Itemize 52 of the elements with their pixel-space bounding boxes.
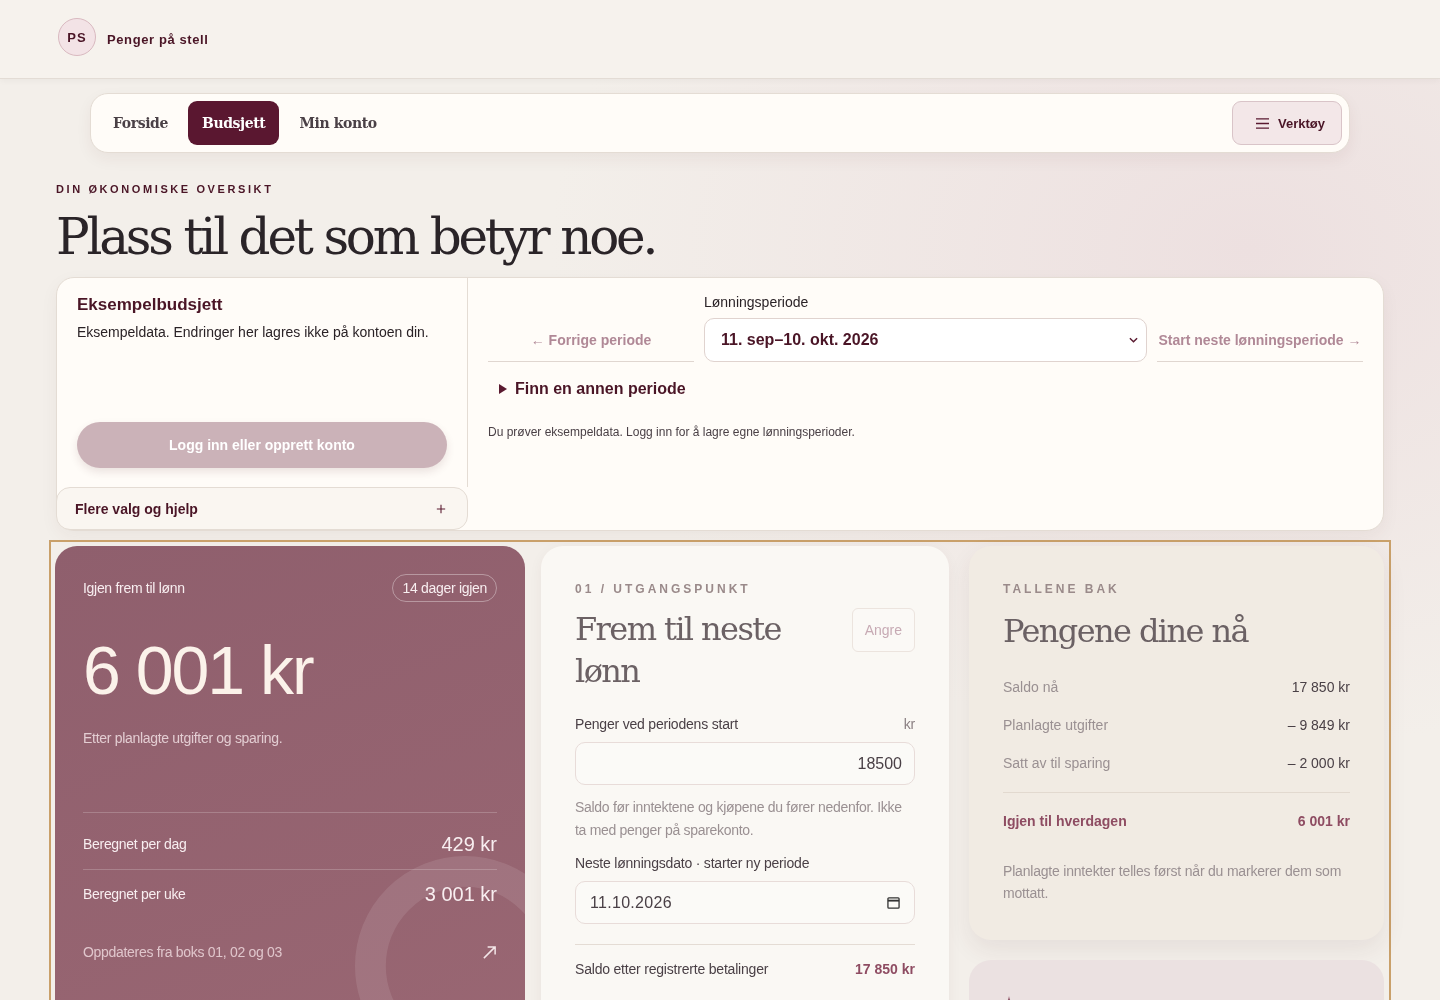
summary-label: Saldo etter registrerte betalinger: [575, 961, 769, 977]
field-hint: Saldo før inntektene og kjøpene du fører nedenfor. Ikke ta med penger på sparekonto.: [575, 798, 903, 840]
card-label: Igjen frem til lønn: [83, 580, 185, 596]
amount-caption: Etter planlagte utgifter og sparing.: [83, 730, 284, 746]
row-value: 429 kr: [441, 832, 497, 856]
nav-tab[interactable]: Min konto: [285, 101, 391, 145]
card-footnote: Oppdateres fra boks 01, 02 og 03: [83, 944, 282, 960]
row-value: – 9 849 kr: [1287, 717, 1350, 733]
demo-text: Eksempeldata. Endringer her lagres ikke på kontoen din.: [77, 324, 430, 340]
arrow-up-right-icon: [482, 944, 497, 960]
period-select[interactable]: 11. sep–10. okt. 2026: [704, 318, 1147, 362]
row-label: Satt av til sparing: [1003, 755, 1111, 771]
page-title: Plass til det som betyr noe.: [56, 207, 657, 267]
card-title: Pengene dine nå: [1003, 611, 1250, 652]
remaining-amount: 6 001 kr: [83, 631, 315, 710]
finder-label: Finn en annen periode: [515, 380, 686, 398]
amount-field[interactable]: 18500: [575, 742, 915, 785]
unit-label: kr: [903, 716, 915, 732]
summary-value: 17 850 kr: [855, 961, 915, 977]
row-label: Planlagte utgifter: [1003, 717, 1109, 733]
field-label: Neste lønningsdato · starter ny periode: [575, 855, 810, 871]
period-finder-toggle[interactable]: Finn en annen periode: [499, 380, 1363, 398]
total-value: 6 001 kr: [1297, 813, 1350, 829]
brand-badge: PS: [58, 18, 96, 56]
card-title: Frem til neste lønn: [575, 609, 782, 692]
brand-name: Penger på stell: [107, 31, 209, 47]
tools-button[interactable]: Verktøy: [1232, 101, 1342, 145]
nav-tab[interactable]: Budsjett: [188, 101, 280, 145]
row-value: – 2 000 kr: [1287, 755, 1350, 771]
period-note: Du prøver eksempeldata. Logg inn for å lagre egne lønningsperioder.: [488, 425, 856, 439]
date-field[interactable]: 11.10.2026: [575, 881, 915, 924]
row-value: 3 001 kr: [424, 882, 497, 906]
nav-tab[interactable]: Forside: [99, 101, 182, 145]
row-label: Beregnet per uke: [83, 886, 186, 902]
row-label: Beregnet per dag: [83, 836, 187, 852]
help-toggle[interactable]: Flere valg og hjelp: [56, 487, 468, 530]
card-eyebrow: 01 / UTGANGSPUNKT: [575, 582, 752, 596]
plus-icon: [436, 503, 446, 514]
demo-title: Eksempelbudsjett: [77, 295, 224, 315]
card-note: Planlagte inntekter telles først når du markerer dem som mottatt.: [1003, 862, 1343, 903]
section-eyebrow: DIN ØKONOMISKE OVERSIKT: [56, 183, 275, 195]
select-label: Lønningsperiode: [704, 294, 810, 310]
field-label: Penger ved periodens start: [575, 716, 738, 732]
row-value: 17 850 kr: [1291, 679, 1350, 695]
card-eyebrow: TALLENE BAK: [1003, 582, 1121, 596]
total-label: Igjen til hverdagen: [1003, 813, 1127, 829]
calendar-icon: [887, 896, 900, 909]
chevron-down-icon: [1129, 337, 1138, 343]
row-label: Saldo nå: [1003, 679, 1059, 695]
triangle-icon: [499, 384, 507, 394]
help-label: Flere valg og hjelp: [75, 500, 198, 517]
menu-icon: [1255, 116, 1270, 130]
